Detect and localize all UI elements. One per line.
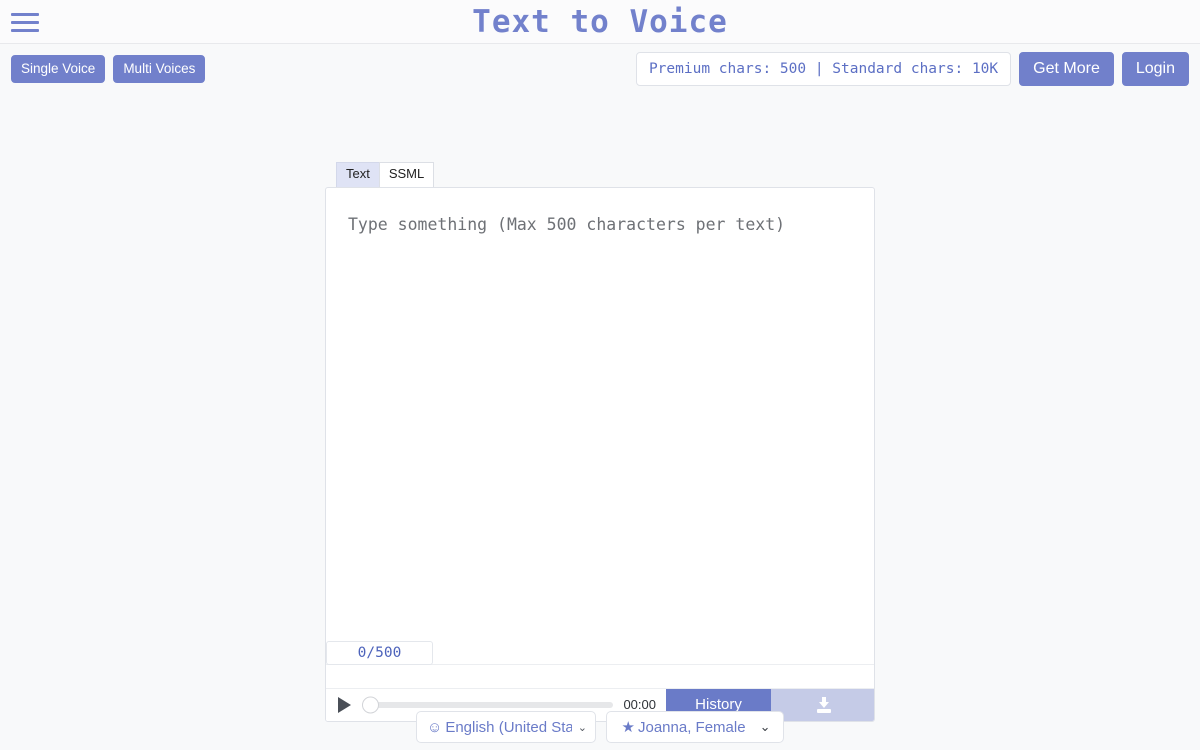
action-bar: Single Voice Multi Voices Premium chars:…: [0, 44, 1200, 94]
hamburger-menu-icon[interactable]: [11, 7, 39, 37]
tab-text[interactable]: Text: [336, 162, 380, 187]
hamburger-bar: [11, 20, 39, 24]
editor-tabs: Text SSML: [336, 162, 875, 187]
chevron-down-icon: ⌄: [577, 721, 587, 734]
get-more-button[interactable]: Get More: [1019, 52, 1114, 86]
language-select[interactable]: ☺ English (United States) ⌄: [416, 711, 596, 743]
download-arrow-head: [819, 701, 829, 708]
language-select-value: English (United States): [445, 718, 572, 736]
multi-voices-button[interactable]: Multi Voices: [113, 54, 206, 84]
account-group: Premium chars: 500 | Standard chars: 10K…: [635, 52, 1189, 86]
counter-row: 0/500: [326, 640, 874, 688]
page-title: Text to Voice: [472, 3, 728, 40]
smiley-icon: ☺: [427, 718, 443, 736]
main-content: Text SSML Type something (Max 500 charac…: [0, 94, 1200, 750]
editor-panel: Type something (Max 500 characters per t…: [325, 186, 875, 722]
voice-settings-bar: ☺ English (United States) ⌄ ★ Joanna, Fe…: [0, 711, 1200, 743]
character-counter: 0/500: [326, 640, 433, 665]
chevron-down-icon: ⌄: [759, 719, 771, 734]
app-header: Text to Voice: [0, 0, 1200, 44]
text-input-placeholder: Type something (Max 500 characters per t…: [348, 214, 786, 234]
tab-ssml[interactable]: SSML: [378, 162, 435, 187]
voice-select-value: Joanna, Female: [637, 718, 746, 736]
hamburger-bar: [11, 12, 39, 16]
star-icon: ★: [621, 719, 635, 736]
editor-container: Text SSML Type something (Max 500 charac…: [325, 162, 875, 722]
single-voice-button[interactable]: Single Voice: [11, 54, 106, 84]
text-input-area[interactable]: Type something (Max 500 characters per t…: [326, 188, 874, 666]
voice-select[interactable]: ★ Joanna, Female ⌄: [606, 711, 784, 743]
login-button[interactable]: Login: [1121, 52, 1189, 86]
seek-track: [362, 701, 614, 708]
hamburger-bar: [11, 28, 39, 32]
chars-status: Premium chars: 500 | Standard chars: 10K: [635, 52, 1012, 86]
voice-mode-group: Single Voice Multi Voices: [11, 54, 206, 84]
